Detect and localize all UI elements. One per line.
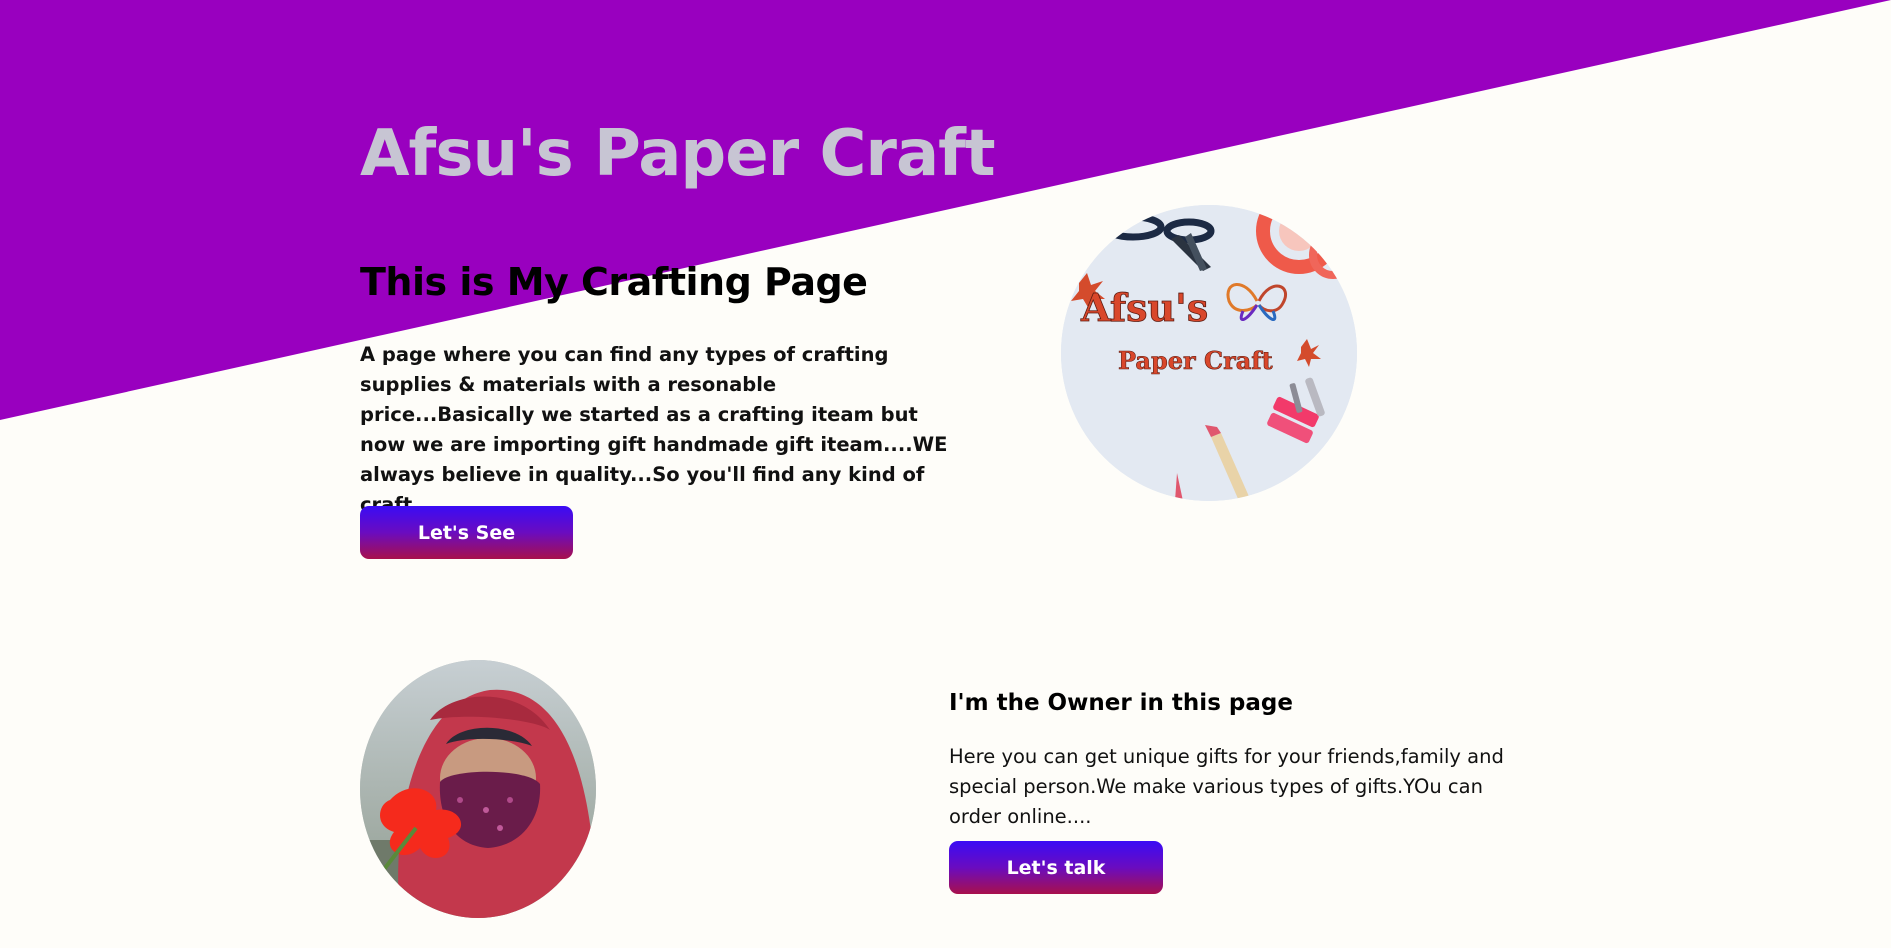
logo-text-line2: Paper Craft	[1118, 346, 1273, 375]
brand-logo-image: Afsu's Paper Craft	[1061, 205, 1357, 501]
hero-description: A page where you can find any types of c…	[360, 343, 948, 516]
lets-see-button[interactable]: Let's See	[360, 506, 573, 559]
page-title: Afsu's Paper Craft	[360, 117, 996, 191]
lets-talk-button[interactable]: Let's talk	[949, 841, 1163, 894]
logo-text-line1: Afsu's	[1080, 285, 1208, 330]
hero-subtitle: This is My Crafting Page	[360, 260, 868, 304]
owner-description: Here you can get unique gifts for your f…	[949, 745, 1504, 828]
owner-photo	[360, 660, 596, 918]
owner-section-title: I'm the Owner in this page	[949, 690, 1293, 716]
